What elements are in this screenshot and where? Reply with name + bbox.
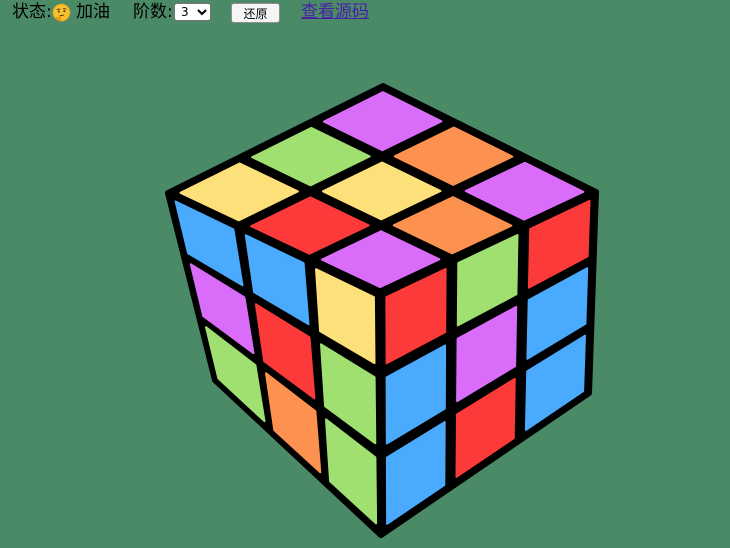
cube-stickers[interactable] bbox=[165, 83, 599, 538]
rubiks-cube[interactable] bbox=[0, 0, 730, 548]
